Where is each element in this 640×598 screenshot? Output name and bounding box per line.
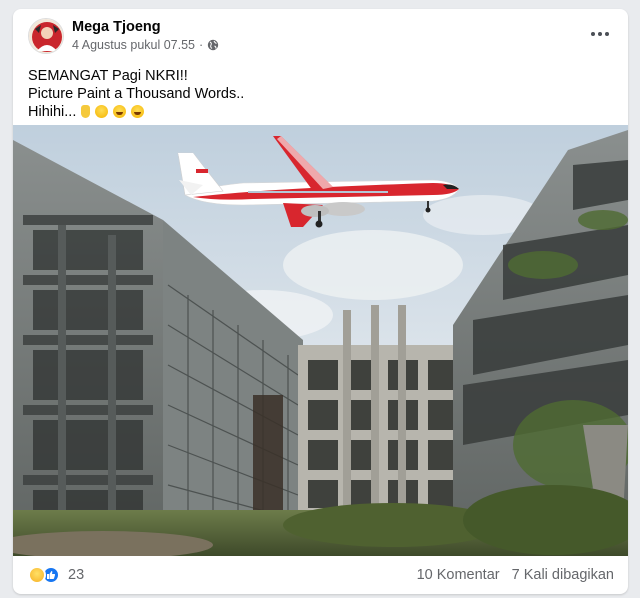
post-card: Mega Tjoeng 4 Agustus pukul 07.55 · SEMA… <box>13 9 628 594</box>
reaction-count: 23 <box>68 567 85 583</box>
laughing-emoji <box>113 105 127 118</box>
haha-reaction-icon <box>28 566 46 584</box>
post-text: SEMANGAT Pagi NKRI!! Picture Paint a Tho… <box>28 67 244 121</box>
post-text-line: Hihihi... <box>28 104 77 120</box>
smirk-emoji <box>95 105 109 118</box>
shares-count[interactable]: 7 Kali dibagikan <box>512 567 614 583</box>
meta-separator: · <box>199 38 204 52</box>
post-text-line: Picture Paint a Thousand Words.. <box>28 86 245 102</box>
post-footer: 23 10 Komentar 7 Kali dibagikan <box>13 556 628 594</box>
avatar[interactable] <box>28 18 64 54</box>
pointing-up-emoji <box>81 105 91 118</box>
post-header: Mega Tjoeng 4 Agustus pukul 07.55 · <box>13 9 628 61</box>
post-meta: 4 Agustus pukul 07.55 · <box>72 38 219 52</box>
post-timestamp[interactable]: 4 Agustus pukul 07.55 <box>72 38 195 52</box>
post-photo[interactable] <box>13 125 628 556</box>
comments-count[interactable]: 10 Komentar <box>417 567 500 583</box>
globe-icon <box>207 39 219 51</box>
reaction-summary[interactable]: 23 <box>28 566 84 584</box>
post-text-line: SEMANGAT Pagi NKRI!! <box>28 68 188 84</box>
author-name[interactable]: Mega Tjoeng <box>72 19 161 35</box>
post-text-line-with-emoji: Hihihi... <box>28 103 244 121</box>
laughing-emoji <box>131 105 145 118</box>
engagement-stats: 10 Komentar 7 Kali dibagikan <box>417 567 614 583</box>
more-options-icon[interactable] <box>586 23 614 45</box>
